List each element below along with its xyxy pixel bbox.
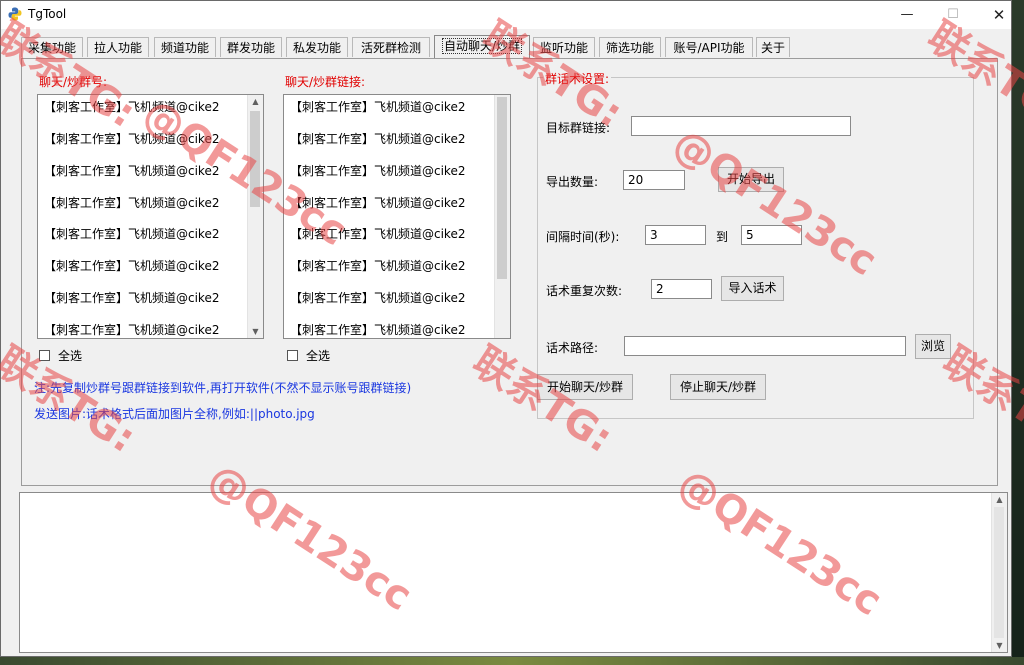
tab-label: 账号/API功能 [673, 41, 745, 55]
export-count-label: 导出数量: [546, 175, 599, 189]
list-item[interactable]: 【刺客工作室】飞机频道@cike2 [290, 194, 465, 211]
tab-label: 采集功能 [27, 41, 76, 55]
scroll-thumb[interactable] [250, 111, 260, 207]
interval-to-input[interactable] [741, 225, 802, 245]
list-item[interactable]: 【刺客工作室】飞机频道@cike2 [44, 98, 219, 115]
list-item[interactable]: 【刺客工作室】飞机频道@cike2 [44, 289, 219, 306]
maximize-button[interactable]: ☐ [930, 1, 976, 29]
python-app-icon [8, 7, 22, 21]
scroll-down-arrow-icon[interactable]: ▼ [992, 639, 1007, 652]
usage-note: 注:先复制炒群号跟群链接到软件,再打开软件(不然不显示账号跟群链接) [34, 381, 412, 395]
tab-label: 关于 [760, 41, 785, 55]
scroll-up-arrow-icon[interactable]: ▲ [248, 95, 263, 108]
tab-label: 监听功能 [539, 41, 588, 55]
export-count-input[interactable] [623, 170, 685, 190]
list-item[interactable]: 【刺客工作室】飞机频道@cike2 [290, 98, 465, 115]
tab-label: 活死群检测 [360, 41, 421, 55]
select-all-accounts-label: 全选 [58, 349, 83, 363]
select-all-links-label: 全选 [306, 349, 331, 363]
script-settings-title: 群话术设置: [543, 70, 612, 87]
tab-label: 群发功能 [226, 41, 275, 55]
list-item[interactable]: 【刺客工作室】飞机频道@cike2 [290, 289, 465, 306]
list-item[interactable]: 【刺客工作室】飞机频道@cike2 [44, 321, 219, 338]
tab-account-api[interactable]: 账号/API功能 [665, 37, 753, 57]
tab-label: 筛选功能 [605, 41, 654, 55]
interval-from-input[interactable] [645, 225, 706, 245]
scroll-down-arrow-icon[interactable]: ▼ [248, 325, 263, 338]
tab-about[interactable]: 关于 [756, 37, 790, 57]
start-export-button[interactable]: 开始导出 [718, 167, 784, 192]
script-path-input[interactable] [624, 336, 906, 356]
target-link-input[interactable] [631, 116, 851, 136]
tab-private-message[interactable]: 私发功能 [286, 37, 348, 57]
tab-dead-group-check[interactable]: 活死群检测 [352, 37, 430, 57]
list-item[interactable]: 【刺客工作室】飞机频道@cike2 [44, 130, 219, 147]
main-window: TgTool — ☐ ✕ 采集功能 拉人功能 频道功能 群发功能 私发功能 活死… [0, 0, 1012, 657]
window-title: TgTool [28, 7, 67, 21]
chat-links-list[interactable]: 【刺客工作室】飞机频道@cike2 【刺客工作室】飞机频道@cike2 【刺客工… [283, 94, 511, 339]
select-all-links-checkbox[interactable] [287, 350, 298, 361]
list-item[interactable]: 【刺客工作室】飞机频道@cike2 [44, 225, 219, 242]
chat-accounts-list[interactable]: 【刺客工作室】飞机频道@cike2 【刺客工作室】飞机频道@cike2 【刺客工… [37, 94, 264, 339]
tab-auto-chat[interactable]: 自动聊天/炒群 [434, 35, 530, 58]
tab-filter[interactable]: 筛选功能 [599, 37, 661, 57]
tab-label: 自动聊天/炒群 [441, 38, 523, 54]
target-link-label: 目标群链接: [546, 121, 611, 135]
log-output[interactable]: ▲ ▼ [19, 492, 1008, 653]
start-chat-button[interactable]: 开始聊天/炒群 [537, 374, 633, 400]
minimize-button[interactable]: — [884, 1, 930, 29]
select-all-accounts-checkbox[interactable] [39, 350, 50, 361]
tab-channel[interactable]: 频道功能 [154, 37, 216, 57]
tab-label: 私发功能 [292, 41, 341, 55]
stop-chat-button[interactable]: 停止聊天/炒群 [670, 374, 766, 400]
list-item[interactable]: 【刺客工作室】飞机频道@cike2 [44, 162, 219, 179]
list-item[interactable]: 【刺客工作室】飞机频道@cike2 [44, 257, 219, 274]
list-item[interactable]: 【刺客工作室】飞机频道@cike2 [44, 194, 219, 211]
tab-label: 频道功能 [160, 41, 209, 55]
photo-note: 发送图片:话术格式后面加图片全称,例如:||photo.jpg [34, 407, 315, 421]
scroll-thumb[interactable] [497, 97, 507, 279]
tab-label: 拉人功能 [93, 41, 142, 55]
list-item[interactable]: 【刺客工作室】飞机频道@cike2 [290, 257, 465, 274]
scroll-thumb[interactable] [994, 507, 1004, 638]
interval-to-label: 到 [716, 230, 729, 244]
desktop-background [1012, 0, 1024, 665]
chat-links-label: 聊天/炒群链接: [285, 75, 366, 89]
repeat-count-label: 话术重复次数: [546, 284, 623, 298]
interval-label: 间隔时间(秒): [546, 230, 620, 244]
list-scrollbar[interactable] [494, 95, 510, 338]
list-item[interactable]: 【刺客工作室】飞机频道@cike2 [290, 162, 465, 179]
list-item[interactable]: 【刺客工作室】飞机频道@cike2 [290, 225, 465, 242]
scroll-up-arrow-icon[interactable]: ▲ [992, 493, 1007, 506]
import-script-button[interactable]: 导入话术 [721, 276, 784, 301]
close-button[interactable]: ✕ [976, 1, 1011, 29]
browse-button[interactable]: 浏览 [915, 334, 951, 359]
repeat-count-input[interactable] [651, 279, 712, 299]
list-scrollbar[interactable]: ▲ ▼ [247, 95, 263, 338]
chat-accounts-label: 聊天/炒群号: [39, 75, 108, 89]
title-bar[interactable]: TgTool — ☐ ✕ [1, 1, 1011, 29]
list-item[interactable]: 【刺客工作室】飞机频道@cike2 [290, 130, 465, 147]
desktop-background-bottom [0, 657, 1024, 665]
tab-collect[interactable]: 采集功能 [21, 37, 83, 57]
tab-monitor[interactable]: 监听功能 [533, 37, 595, 57]
list-item[interactable]: 【刺客工作室】飞机频道@cike2 [290, 321, 465, 338]
script-path-label: 话术路径: [546, 341, 599, 355]
tab-invite[interactable]: 拉人功能 [87, 37, 149, 57]
log-scrollbar[interactable]: ▲ ▼ [991, 493, 1007, 652]
tab-broadcast[interactable]: 群发功能 [220, 37, 282, 57]
